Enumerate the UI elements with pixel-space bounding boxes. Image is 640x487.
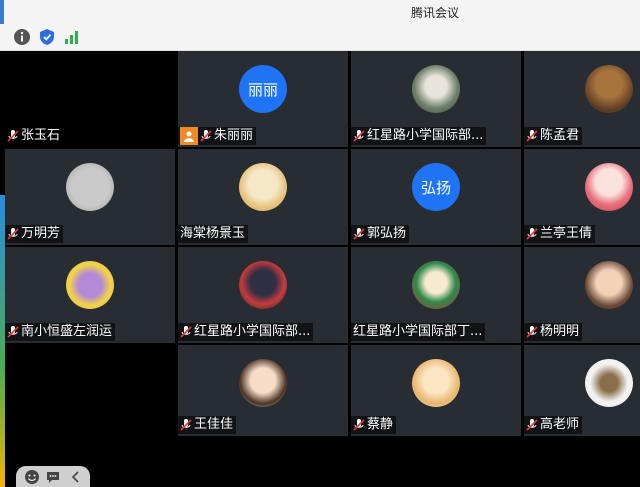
mic-muted-icon (353, 130, 365, 142)
participant-tile[interactable]: 红星路小学国际部丁... (351, 247, 521, 343)
participant-tile[interactable]: 高老师 (524, 345, 640, 436)
window-title: 腾讯会议 (410, 6, 459, 20)
participant-name: 蔡静 (367, 417, 394, 432)
avatar (412, 359, 460, 407)
participant-label: 陈孟君 (524, 127, 583, 145)
avatar (412, 261, 460, 309)
participant-tile[interactable]: 蔡静 (351, 345, 521, 436)
participant-name: 朱丽丽 (214, 128, 254, 143)
title-bar: 腾讯会议 (0, 0, 640, 25)
participant-name: 杨明明 (540, 324, 580, 339)
bottom-mini-toolbar (16, 466, 90, 487)
participant-label: 王佳佳 (178, 416, 237, 434)
participant-tile[interactable]: 红星路小学国际部... (178, 247, 348, 343)
participant-tile[interactable]: 杨明明 (524, 247, 640, 343)
participant-label: 南小恒盛左润运 (5, 323, 116, 341)
participant-name: 红星路小学国际部... (194, 324, 311, 339)
avatar (585, 261, 633, 309)
participant-tile[interactable]: 陈孟君 (524, 51, 640, 147)
participant-label: 兰亭王倩 (524, 225, 596, 243)
avatar (585, 163, 633, 211)
shield-icon[interactable] (38, 28, 56, 46)
avatar (585, 359, 633, 407)
participant-name: 张玉石 (21, 128, 61, 143)
participant-tile[interactable]: 南小恒盛左润运 (5, 247, 175, 343)
avatar (66, 163, 114, 211)
participant-label: 郭弘扬 (351, 225, 410, 243)
participant-name: 郭弘扬 (367, 226, 407, 241)
participant-tile[interactable]: 丽丽 朱丽丽 (178, 51, 348, 147)
participant-tile[interactable]: 万明芳 (5, 149, 175, 245)
participant-tile[interactable]: 王佳佳 (178, 345, 348, 436)
mic-muted-icon (353, 419, 365, 431)
participant-tile[interactable]: 弘扬 郭弘扬 (351, 149, 521, 245)
video-grid: 张玉石 丽丽 朱丽丽 红星路小学国际部... 陈孟君 万明芳 海棠杨景玉 弘扬 … (5, 51, 640, 487)
chat-icon[interactable] (45, 469, 61, 485)
mic-muted-icon (526, 326, 538, 338)
avatar: 丽丽 (239, 65, 287, 113)
participant-name: 红星路小学国际部丁... (353, 324, 483, 339)
mic-muted-icon (180, 419, 192, 431)
signal-icon[interactable] (63, 28, 81, 46)
avatar (239, 359, 287, 407)
mic-muted-icon (526, 419, 538, 431)
avatar (66, 261, 114, 309)
chevron-left-icon[interactable] (68, 469, 84, 485)
participant-label: 高老师 (524, 416, 583, 434)
emoji-icon[interactable] (24, 469, 40, 485)
avatar (412, 65, 460, 113)
participant-name: 海棠杨景玉 (180, 226, 246, 241)
host-icon (180, 127, 198, 145)
participant-tile[interactable]: 兰亭王倩 (524, 149, 640, 245)
participant-tile[interactable]: 红星路小学国际部... (351, 51, 521, 147)
participant-label: 万明芳 (5, 225, 64, 243)
participant-tile[interactable]: 海棠杨景玉 (178, 149, 348, 245)
participant-tile[interactable]: 张玉石 (5, 51, 175, 147)
mic-muted-icon (353, 228, 365, 240)
empty-grid-slot (5, 345, 175, 436)
mic-muted-icon (526, 228, 538, 240)
mic-muted-icon (180, 326, 192, 338)
avatar: 弘扬 (412, 163, 460, 211)
avatar (239, 163, 287, 211)
meeting-toolbar (0, 24, 640, 51)
avatar (239, 261, 287, 309)
participant-name: 兰亭王倩 (540, 226, 593, 241)
participant-name: 高老师 (540, 417, 580, 432)
avatar (585, 65, 633, 113)
participant-label: 红星路小学国际部... (351, 127, 487, 145)
mic-muted-icon (7, 228, 19, 240)
participant-label: 朱丽丽 (178, 127, 257, 145)
mic-muted-icon (7, 130, 19, 142)
participant-name: 南小恒盛左润运 (21, 324, 113, 339)
participant-label: 红星路小学国际部... (178, 323, 314, 341)
participant-name: 红星路小学国际部... (367, 128, 484, 143)
participant-label: 杨明明 (524, 323, 583, 341)
mic-muted-icon (7, 326, 19, 338)
info-icon[interactable] (13, 28, 31, 46)
mic-muted-icon (200, 130, 212, 142)
participant-label: 海棠杨景玉 (178, 225, 249, 243)
participant-label: 红星路小学国际部丁... (351, 323, 486, 341)
participant-name: 万明芳 (21, 226, 61, 241)
mic-muted-icon (526, 130, 538, 142)
participant-name: 王佳佳 (194, 417, 234, 432)
participant-label: 张玉石 (5, 127, 64, 145)
participant-name: 陈孟君 (540, 128, 580, 143)
participant-label: 蔡静 (351, 416, 397, 434)
